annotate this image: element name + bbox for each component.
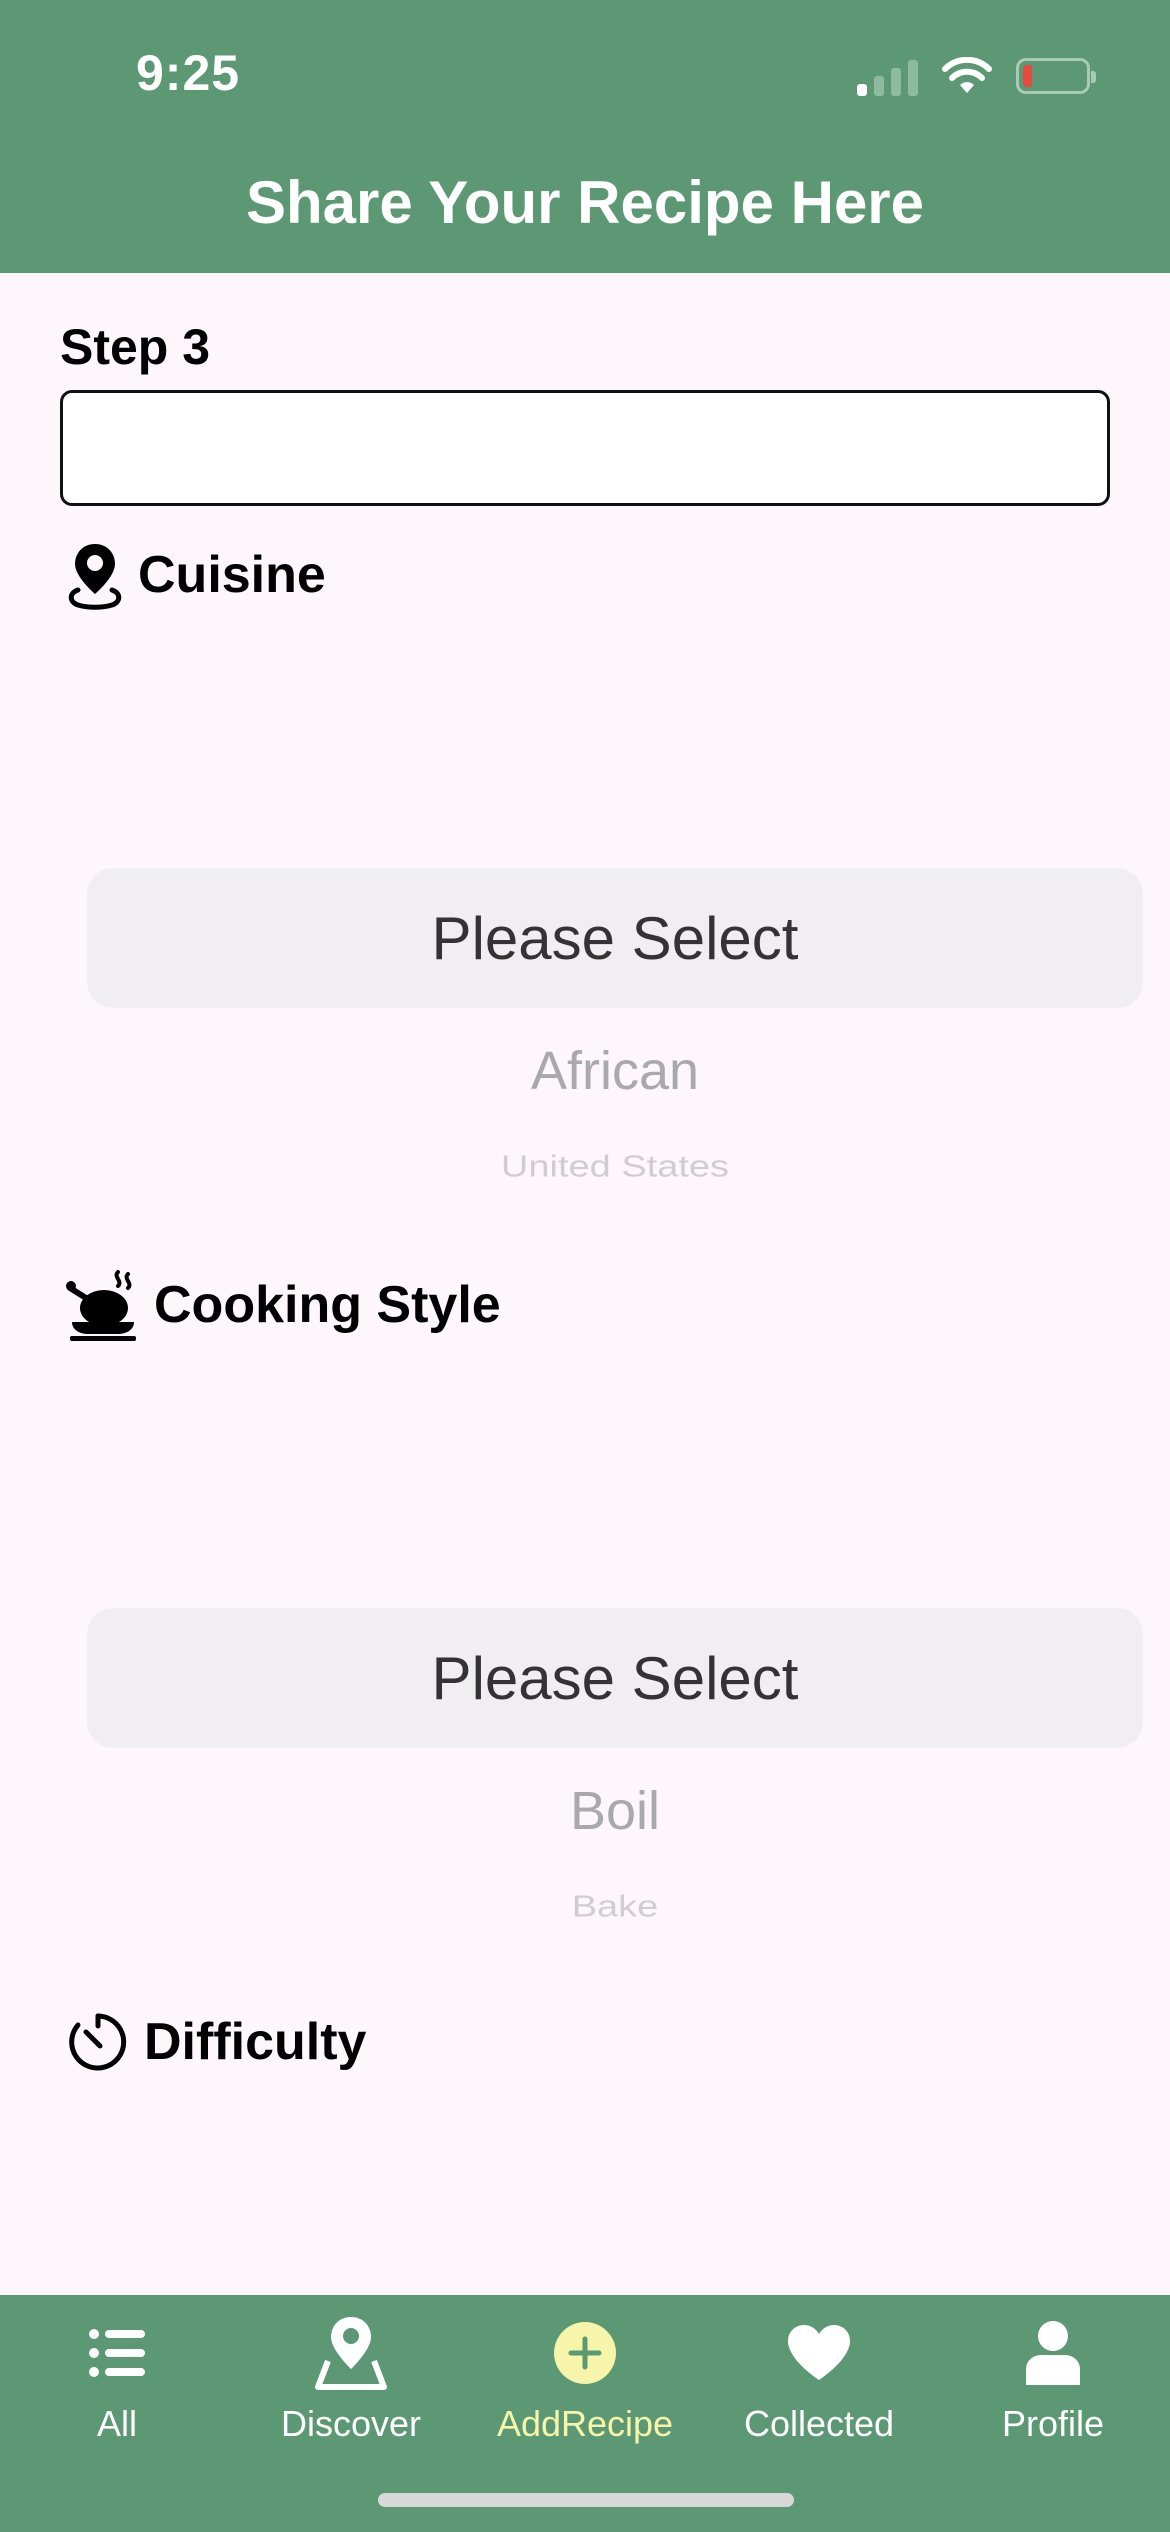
cuisine-picker-selected[interactable]: Please Select <box>87 868 1143 1008</box>
cuisine-option[interactable]: African <box>87 1040 1143 1102</box>
cellular-signal-icon <box>857 56 918 96</box>
cuisine-label: Cuisine <box>138 546 326 604</box>
tab-addrecipe[interactable]: AddRecipe <box>468 2295 702 2465</box>
home-indicator[interactable] <box>378 2493 794 2507</box>
cooking-style-picker-selected[interactable]: Please Select <box>87 1608 1143 1748</box>
location-icon <box>315 2317 387 2390</box>
tab-all[interactable]: All <box>0 2295 234 2465</box>
cuisine-section-title: Cuisine <box>66 540 326 610</box>
plus-circle-icon <box>554 2322 616 2384</box>
list-icon <box>89 2329 145 2377</box>
page-title: Share Your Recipe Here <box>245 169 925 236</box>
tab-profile[interactable]: Profile <box>936 2295 1170 2465</box>
step-label: Step 3 <box>60 319 211 375</box>
cooking-style-option[interactable]: Boil <box>87 1780 1143 1842</box>
app-header: 9:25 Share Your Recipe Here <box>0 0 1170 273</box>
map-pin-icon <box>68 544 122 610</box>
cooking-style-option[interactable]: Bake <box>87 1890 1143 1924</box>
tab-addrecipe-label: AddRecipe <box>496 2403 674 2444</box>
tab-collected-label: Collected <box>743 2403 895 2444</box>
person-icon <box>1026 2321 1080 2385</box>
cuisine-option[interactable]: United States <box>87 1150 1143 1184</box>
status-time: 9:25 <box>136 45 241 101</box>
tab-collected[interactable]: Collected <box>702 2295 936 2465</box>
status-icons <box>857 56 1096 96</box>
tab-discover[interactable]: Discover <box>234 2295 468 2465</box>
battery-low-icon <box>1016 58 1096 94</box>
step-input[interactable] <box>60 390 1110 506</box>
tab-profile-label: Profile <box>1001 2403 1105 2444</box>
cooking-style-label: Cooking Style <box>154 1276 501 1334</box>
roast-chicken-icon <box>66 1270 136 1341</box>
tab-all-label: All <box>96 2403 137 2444</box>
wifi-icon <box>942 57 992 93</box>
difficulty-section-title: Difficulty <box>66 2010 366 2074</box>
difficulty-label: Difficulty <box>144 2013 367 2071</box>
heart-icon <box>788 2325 850 2380</box>
tab-discover-label: Discover <box>280 2403 422 2444</box>
timer-icon <box>69 2013 127 2071</box>
cooking-style-section-title: Cooking Style <box>66 1268 501 1342</box>
